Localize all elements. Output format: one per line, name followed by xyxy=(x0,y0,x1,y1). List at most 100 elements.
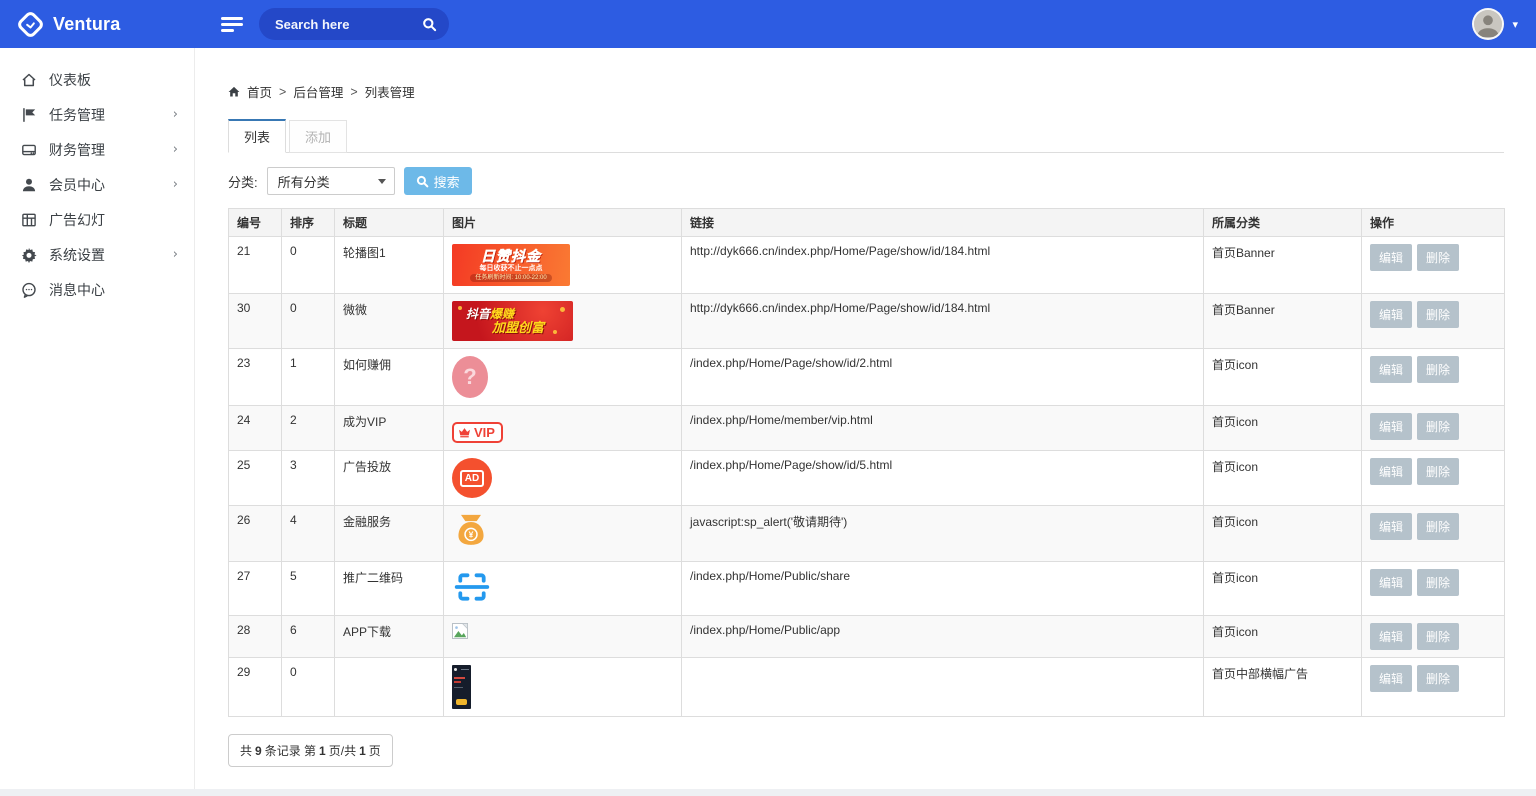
sidebar-item-5[interactable]: 广告幻灯 xyxy=(0,202,194,237)
cell-title xyxy=(334,657,444,717)
breadcrumb-level2[interactable]: 后台管理 xyxy=(293,82,343,101)
delete-button[interactable]: 删除 xyxy=(1417,244,1460,271)
edit-button[interactable]: 编辑 xyxy=(1370,458,1413,485)
task-flag-icon xyxy=(20,107,37,123)
delete-button[interactable]: 删除 xyxy=(1417,458,1460,485)
svg-text:¥: ¥ xyxy=(469,530,474,540)
cell-link: /index.php/Home/Page/show/id/2.html xyxy=(681,348,1204,406)
category-select[interactable]: 所有分类 xyxy=(266,167,395,195)
cell-link: /index.php/Home/Public/share xyxy=(681,561,1204,616)
sidebar-item-1[interactable]: 仪表板 xyxy=(0,62,194,97)
sidebar-item-label: 会员中心 xyxy=(49,176,105,193)
broken-image-icon xyxy=(452,623,673,642)
delete-button[interactable]: 删除 xyxy=(1417,569,1460,596)
sidebar-item-6[interactable]: 系统设置 › xyxy=(0,237,194,272)
edit-button[interactable]: 编辑 xyxy=(1370,623,1413,650)
edit-button[interactable]: 编辑 xyxy=(1370,244,1413,271)
cell-id: 23 xyxy=(228,348,282,406)
category-select-value: 所有分类 xyxy=(277,174,330,190)
cell-image: VIP xyxy=(443,405,682,451)
table-row: 28 6 APP下载/index.php/Home/Public/app 首页icon… xyxy=(228,615,1505,658)
banner-rizan-doujin-image: 日赞抖金 每日收获不止一点点 任务刷新时间: 10:00-22:00 xyxy=(452,244,570,286)
cell-title: 成为VIP xyxy=(334,405,444,451)
cell-sort: 0 xyxy=(281,657,335,717)
message-bubble-icon xyxy=(20,282,37,298)
cell-sort: 3 xyxy=(281,450,335,506)
total-pages: 1 xyxy=(359,743,366,758)
cell-image xyxy=(443,657,682,717)
table-row: 25 3 广告投放 AD/index.php/Home/Page/show/id/5.… xyxy=(228,450,1505,506)
cell-title: 广告投放 xyxy=(334,450,444,506)
main-content: 首页 > 后台管理 > 列表管理 列表 添加 分类: 所有分类 搜索 编号 排序… xyxy=(195,48,1536,789)
settings-gear-icon xyxy=(20,247,37,263)
ad-circle-icon: AD xyxy=(452,458,492,498)
edit-button[interactable]: 编辑 xyxy=(1370,513,1413,540)
finance-drive-icon xyxy=(20,142,37,158)
brand-name: Ventura xyxy=(53,13,121,34)
dark-mobile-thumbnail-image xyxy=(452,665,471,709)
sidebar-item-7[interactable]: 消息中心 xyxy=(0,272,194,307)
delete-button[interactable]: 删除 xyxy=(1417,623,1460,650)
tab-add[interactable]: 添加 xyxy=(289,120,348,153)
sidebar-item-label: 财务管理 xyxy=(49,141,105,158)
brand[interactable]: Ventura xyxy=(0,9,195,39)
edit-button[interactable]: 编辑 xyxy=(1370,413,1413,440)
delete-button[interactable]: 删除 xyxy=(1417,356,1460,383)
delete-button[interactable]: 删除 xyxy=(1417,665,1460,692)
edit-button[interactable]: 编辑 xyxy=(1370,665,1413,692)
sidebar-toggle-hamburger-icon[interactable] xyxy=(221,14,243,35)
cell-actions: 编辑 删除 xyxy=(1361,405,1505,451)
cell-category: 首页icon xyxy=(1203,615,1362,658)
chevron-right-icon: › xyxy=(172,247,178,262)
cell-sort: 0 xyxy=(281,236,335,294)
cell-sort: 4 xyxy=(281,505,335,562)
table-header-row: 编号 排序 标题 图片 链接 所属分类 操作 xyxy=(228,208,1505,237)
user-menu-chevron-down-icon[interactable]: ▾ xyxy=(1512,18,1518,31)
delete-button[interactable]: 删除 xyxy=(1417,513,1460,540)
sidebar-item-4[interactable]: 会员中心 › xyxy=(0,167,194,202)
cell-category: 首页icon xyxy=(1203,405,1362,451)
table-row: 24 2 成为VIP VIP/index.php/Home/member/vip.ht… xyxy=(228,405,1505,451)
search-icon[interactable] xyxy=(422,17,437,32)
cell-image xyxy=(443,615,682,658)
cell-title: APP下载 xyxy=(334,615,444,658)
ventura-logo-icon xyxy=(15,9,46,39)
current-page: 1 xyxy=(319,743,326,758)
qr-scan-icon xyxy=(452,569,673,608)
col-category: 所属分类 xyxy=(1203,208,1362,237)
cell-id: 28 xyxy=(228,615,282,658)
chevron-right-icon: › xyxy=(172,177,178,192)
breadcrumb-home[interactable]: 首页 xyxy=(247,82,272,101)
tab-list[interactable]: 列表 xyxy=(228,119,287,153)
delete-button[interactable]: 删除 xyxy=(1417,413,1460,440)
cell-title: 如何赚佣 xyxy=(334,348,444,406)
cell-actions: 编辑 删除 xyxy=(1361,615,1505,658)
cell-link xyxy=(681,657,1204,717)
cell-id: 24 xyxy=(228,405,282,451)
sidebar-item-label: 系统设置 xyxy=(49,246,105,263)
col-actions: 操作 xyxy=(1361,208,1505,237)
edit-button[interactable]: 编辑 xyxy=(1370,569,1413,596)
col-sort: 排序 xyxy=(281,208,335,237)
list-table: 编号 排序 标题 图片 链接 所属分类 操作 21 0 轮播图1 日赞抖金 每日收获不止… xyxy=(228,208,1505,717)
col-id: 编号 xyxy=(228,208,282,237)
topbar-search[interactable] xyxy=(259,8,449,40)
tab-bar: 列表 添加 xyxy=(228,119,1504,153)
user-avatar[interactable] xyxy=(1472,8,1505,40)
cell-image: 抖音爆赚 加盟创富 xyxy=(443,293,682,349)
table-row: 30 0 微微 抖音爆赚 加盟创富 http://dyk666.cn/index.php/… xyxy=(228,293,1505,349)
search-button[interactable]: 搜索 xyxy=(403,167,472,195)
cell-sort: 5 xyxy=(281,561,335,616)
sidebar-item-3[interactable]: 财务管理 › xyxy=(0,132,194,167)
cell-id: 26 xyxy=(228,505,282,562)
vip-crown-badge-icon: VIP xyxy=(452,422,503,443)
edit-button[interactable]: 编辑 xyxy=(1370,356,1413,383)
cell-image: ? xyxy=(443,348,682,406)
breadcrumb: 首页 > 后台管理 > 列表管理 xyxy=(228,82,1504,101)
sidebar-item-2[interactable]: 任务管理 › xyxy=(0,97,194,132)
search-input[interactable] xyxy=(275,16,422,32)
cell-id: 25 xyxy=(228,450,282,506)
edit-button[interactable]: 编辑 xyxy=(1370,301,1413,328)
delete-button[interactable]: 删除 xyxy=(1417,301,1460,328)
cell-link: javascript:sp_alert('敬请期待') xyxy=(681,505,1204,562)
